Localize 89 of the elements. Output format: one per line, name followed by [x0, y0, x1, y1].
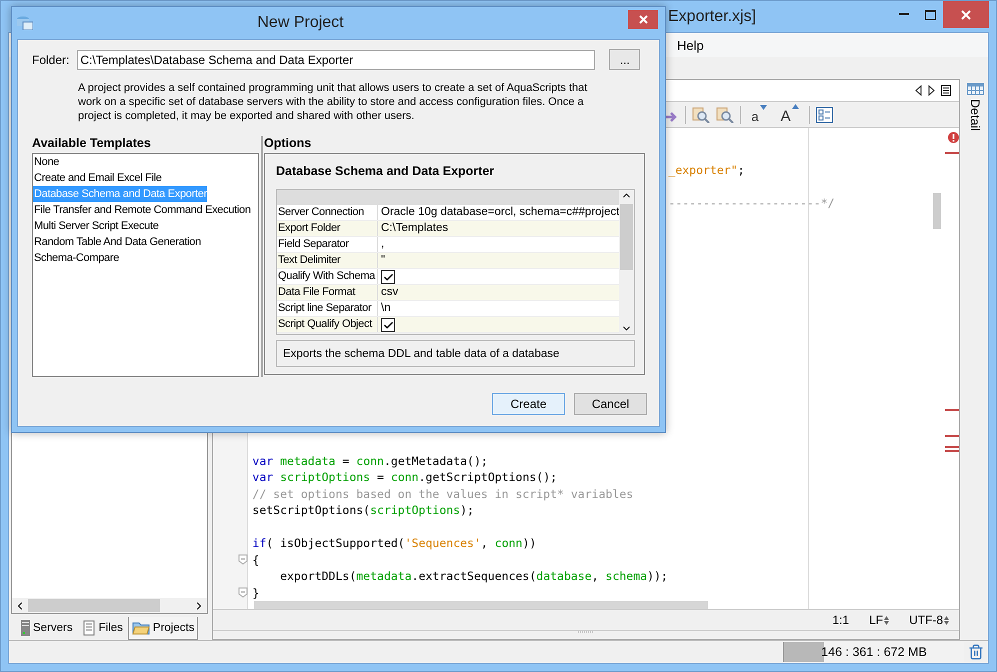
- horizontal-scrollbar[interactable]: [11, 598, 208, 614]
- spinner-icon: [884, 616, 890, 624]
- splitter-handle[interactable]: [578, 631, 594, 634]
- template-item[interactable]: File Transfer and Remote Command Execution: [33, 202, 251, 218]
- panel-tab[interactable]: Projects: [128, 616, 198, 640]
- code-line: exportDDLs(metadata.extractSequences(database, schema));: [279, 568, 668, 584]
- vertical-scrollbar[interactable]: [933, 193, 942, 229]
- code-line: if( isObjectSupported('Sequences', conn)): [251, 535, 536, 552]
- fold-icon[interactable]: [238, 554, 248, 566]
- window-title: Exporter.xjs]: [668, 8, 756, 26]
- panel-tab[interactable]: Servers: [17, 616, 77, 640]
- property-value[interactable]: ,: [378, 237, 384, 252]
- dialog-button[interactable]: Create: [492, 393, 565, 415]
- database-icon: [17, 16, 33, 30]
- property-name: Script Qualify Object: [277, 317, 378, 332]
- fold-icon[interactable]: [238, 587, 248, 598]
- check-icon: [382, 272, 394, 282]
- find-icon[interactable]: [692, 106, 710, 122]
- code-line: }: [251, 584, 260, 601]
- template-item[interactable]: Multi Server Script Execute: [33, 218, 159, 234]
- font-size-button[interactable]: A: [776, 104, 803, 125]
- property-value[interactable]: csv: [378, 285, 398, 300]
- list-icon[interactable]: [941, 85, 952, 96]
- property-name: Text Delimiter: [277, 253, 378, 268]
- template-item[interactable]: None: [33, 154, 60, 170]
- folder-field[interactable]: C:\Templates\Database Schema and Data Exporter: [77, 50, 596, 70]
- menu-item[interactable]: Help: [671, 36, 710, 54]
- close-button[interactable]: [628, 10, 658, 29]
- code-line: _exporter";: [668, 162, 745, 178]
- code-line: var scriptOptions = conn.getScriptOptions();: [251, 469, 558, 486]
- dialog-button[interactable]: Cancel: [574, 393, 647, 415]
- check-icon: [382, 320, 394, 330]
- error-marker[interactable]: [945, 435, 960, 437]
- property-name: Script line Separator: [277, 301, 378, 316]
- property-value[interactable]: \n: [378, 301, 391, 316]
- code-line: var metadata = conn.getMetadata();: [251, 452, 488, 469]
- folder-label: Folder:: [32, 52, 70, 66]
- property-name: Data File Format: [277, 285, 378, 300]
- description-text: A project provides a self contained programming unit that allows users to create a set of AquaScripts that work on a specific set of database servers with the ability to store and access configuration files. Once a project is completed, it may be exported and shared with other users.: [78, 81, 588, 123]
- checklist-icon[interactable]: [816, 106, 833, 122]
- code-line: ----------------------*/: [668, 195, 835, 212]
- encoding-selector[interactable]: UTF-8: [909, 613, 950, 627]
- property-name: Field Separator: [277, 237, 378, 252]
- spinner-icon: [944, 616, 950, 624]
- maximize-icon: [924, 10, 936, 20]
- server-icon: [21, 620, 30, 636]
- code-line: setScriptOptions(scriptOptions);: [251, 502, 474, 518]
- property-name: Qualify With Schema: [277, 269, 378, 284]
- folder-icon: [132, 620, 150, 634]
- template-item[interactable]: Create and Email Excel File: [33, 170, 162, 186]
- browse-button[interactable]: ...: [609, 49, 640, 70]
- property-value[interactable]: ": [378, 253, 386, 268]
- section-heading: Options: [264, 136, 312, 152]
- template-item[interactable]: Random Table And Data Generation: [33, 234, 201, 250]
- trash-icon[interactable]: [968, 644, 984, 660]
- options-description: Exports the schema DDL and table data of a database: [276, 340, 635, 367]
- checkbox[interactable]: [381, 270, 395, 284]
- table-icon[interactable]: [966, 83, 984, 95]
- panel-tab[interactable]: Files: [78, 616, 127, 640]
- code-line: {: [251, 552, 260, 568]
- minimize-icon: [899, 13, 909, 16]
- document-icon: [82, 620, 96, 636]
- triangle-icon: [760, 105, 767, 110]
- cursor-position: 1:1: [832, 613, 850, 627]
- error-marker[interactable]: [945, 450, 960, 452]
- error-marker[interactable]: [945, 152, 960, 154]
- property-name: Server Connection: [277, 205, 378, 220]
- font-size-button[interactable]: a: [747, 105, 771, 124]
- previous-icon[interactable]: [915, 85, 922, 96]
- error-marker[interactable]: [945, 446, 960, 448]
- checkbox[interactable]: [381, 318, 395, 332]
- property-name: Export Folder: [277, 221, 378, 236]
- triangle-icon: [792, 104, 799, 109]
- side-tab[interactable]: Detail: [968, 99, 982, 131]
- template-item[interactable]: Schema-Compare: [33, 250, 120, 266]
- section-heading: Available Templates: [32, 136, 152, 152]
- find-replace-icon[interactable]: [716, 106, 734, 122]
- horizontal-scrollbar[interactable]: [254, 601, 708, 609]
- property-value[interactable]: C:\Templates: [378, 221, 448, 236]
- close-button[interactable]: [943, 1, 989, 28]
- error-marker[interactable]: [945, 409, 960, 411]
- close-icon: [638, 15, 648, 24]
- options-title: Database Schema and Data Exporter: [276, 164, 496, 180]
- dialog-title: New Project: [256, 14, 345, 32]
- line-ending-selector[interactable]: LF: [869, 613, 890, 627]
- next-icon[interactable]: [928, 85, 936, 96]
- property-value[interactable]: Oracle 10g database=orcl, schema=c##project: [378, 205, 620, 220]
- close-icon: [961, 10, 971, 20]
- code-line: // set options based on the values in script* variables: [251, 486, 634, 502]
